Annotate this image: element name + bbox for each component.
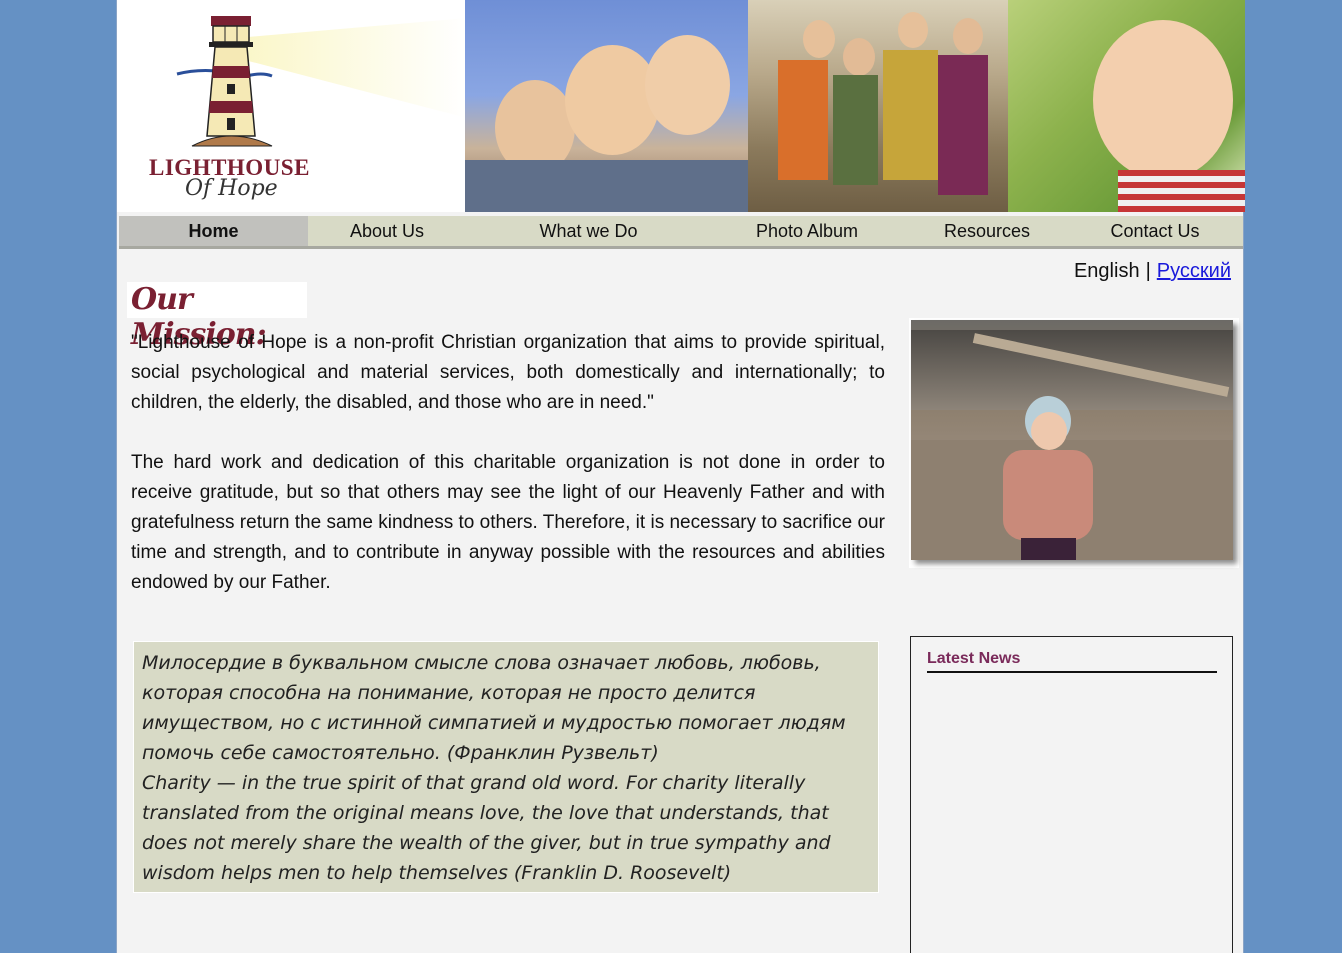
logo[interactable]: LIGHTHOUSE Of Hope [117,0,467,212]
nav-what-we-do[interactable]: What we Do [466,216,711,246]
header-photo-baby [1008,0,1245,212]
lang-english[interactable]: English [1074,260,1140,282]
nav-about-us[interactable]: About Us [308,216,466,246]
lang-separator: | [1145,260,1151,282]
header-photo-children [465,0,748,212]
mission-photo [909,318,1239,568]
nav-contact-us[interactable]: Contact Us [1071,216,1239,246]
header-photo-girls [748,0,1008,212]
nav-resources[interactable]: Resources [903,216,1071,246]
nav-photo-album[interactable]: Photo Album [711,216,903,246]
quote-english: Charity — in the true spirit of that gra… [142,772,831,884]
nav-home[interactable]: Home [119,216,308,246]
lighthouse-icon [176,16,273,147]
mission-text: "Lighthouse of Hope is a non-profit Chri… [131,328,885,598]
mission-heading: Our Mission: [127,282,307,352]
child-photo [911,320,1233,560]
main-nav: Home About Us What we Do Photo Album Res… [119,216,1243,249]
site-header: LIGHTHOUSE Of Hope [117,0,1245,212]
latest-news-panel: Latest News [910,636,1233,953]
quote-russian: Милосердие в буквальном смысле слова озн… [142,652,846,764]
page-container: LIGHTHOUSE Of Hope Home About Us What we [116,0,1245,953]
language-switcher: English | Русский [1074,260,1231,283]
lang-russian-link[interactable]: Русский [1157,260,1231,282]
charity-quote: Милосердие в буквальном смысле слова озн… [133,641,879,893]
mission-paragraph-1: "Lighthouse of Hope is a non-profit Chri… [131,332,885,413]
mission-paragraph-2: The hard work and dedication of this cha… [131,452,885,593]
latest-news-title: Latest News [927,650,1217,673]
logo-subtitle: Of Hope [185,176,278,201]
